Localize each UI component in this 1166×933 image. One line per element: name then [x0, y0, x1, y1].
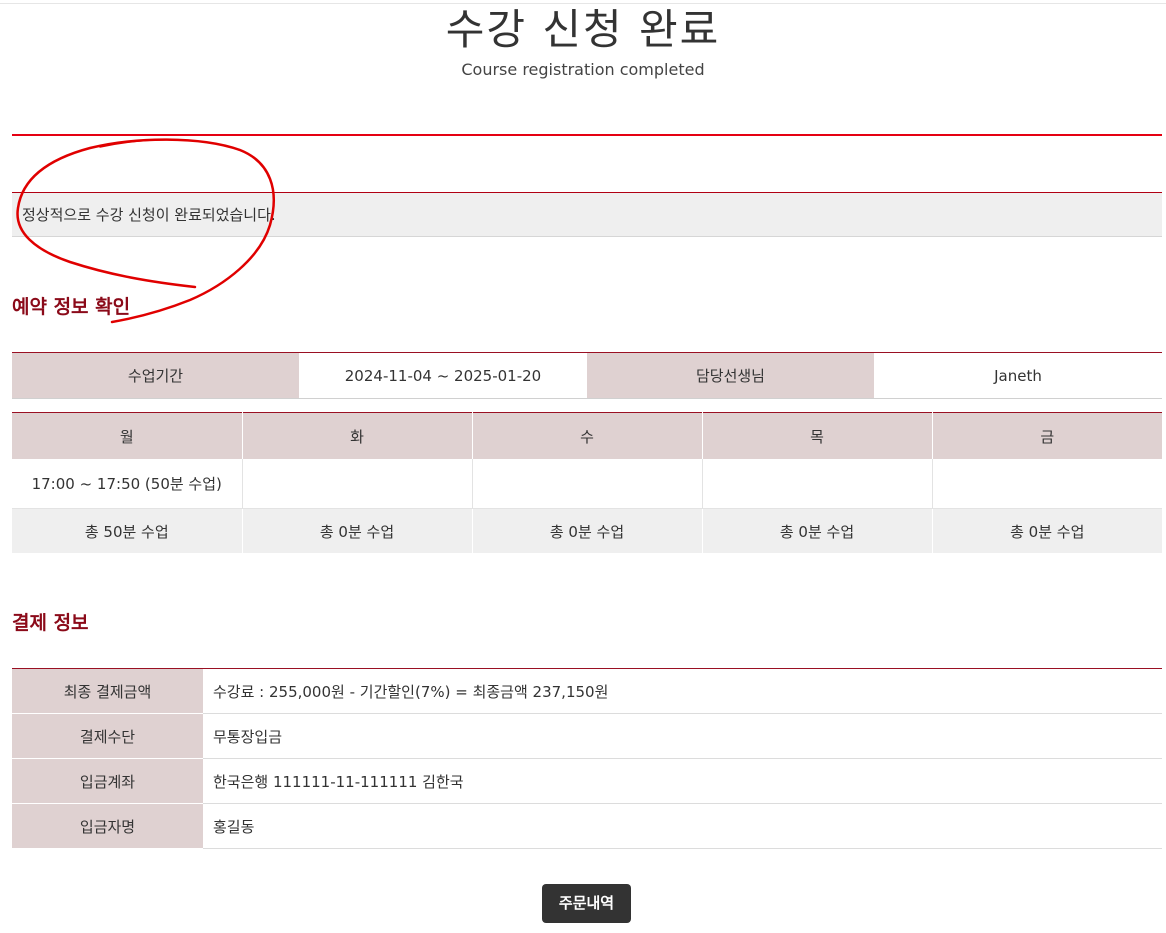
payment-section-title: 결제 정보 [12, 612, 89, 634]
payment-info-table: 최종 결제금액 수강료 : 255,000원 - 기간할인(7%) = 최종금액… [12, 668, 1162, 849]
total-minutes-cell: 총 0분 수업 [701, 508, 932, 553]
class-time-cell [241, 459, 472, 509]
teacher-label: 담당선생님 [587, 352, 874, 399]
day-header: 수 [471, 412, 702, 459]
depositor-name-value: 홍길동 [203, 803, 1162, 849]
total-minutes-cell: 총 0분 수업 [931, 508, 1162, 553]
completion-message: 정상적으로 수강 신청이 완료되었습니다. [22, 206, 276, 224]
period-value: 2024-11-04 ~ 2025-01-20 [299, 352, 587, 399]
depositor-name-label: 입금자명 [12, 803, 203, 849]
table-row: 최종 결제금액 수강료 : 255,000원 - 기간할인(7%) = 최종금액… [12, 668, 1162, 714]
page: 수강 신청 완료 Course registration completed 정… [0, 0, 1166, 933]
reservation-section-title: 예약 정보 확인 [12, 296, 131, 318]
table-row: 입금계좌 한국은행 111111-11-111111 김한국 [12, 758, 1162, 804]
title-divider [12, 134, 1162, 136]
payment-method-value: 무통장입금 [203, 713, 1162, 759]
schedule-time-row: 17:00 ~ 17:50 (50분 수업) [12, 459, 1162, 509]
class-time-cell: 17:00 ~ 17:50 (50분 수업) [12, 459, 242, 509]
deposit-account-value: 한국은행 111111-11-111111 김한국 [203, 758, 1162, 804]
deposit-account-label: 입금계좌 [12, 758, 203, 804]
table-row: 결제수단 무통장입금 [12, 713, 1162, 759]
order-history-button[interactable]: 주문내역 [542, 884, 631, 923]
completion-notice: 정상적으로 수강 신청이 완료되었습니다. [12, 192, 1162, 237]
page-title: 수강 신청 완료 [445, 5, 721, 54]
day-header: 월 [12, 412, 242, 459]
day-header: 화 [241, 412, 472, 459]
day-header: 목 [701, 412, 932, 459]
teacher-value: Janeth [874, 352, 1162, 399]
weekly-schedule-table: 월 화 수 목 금 17:00 ~ 17:50 (50분 수업) 총 50분 수… [12, 412, 1162, 553]
class-time-cell [701, 459, 932, 509]
final-amount-value: 수강료 : 255,000원 - 기간할인(7%) = 최종금액 237,150… [203, 668, 1162, 714]
total-minutes-cell: 총 50분 수업 [12, 508, 242, 553]
day-header: 금 [931, 412, 1162, 459]
payment-method-label: 결제수단 [12, 713, 203, 759]
final-amount-label: 최종 결제금액 [12, 668, 203, 714]
reservation-info-table: 수업기간 2024-11-04 ~ 2025-01-20 담당선생님 Janet… [12, 352, 1162, 399]
class-time-cell [931, 459, 1162, 509]
schedule-total-row: 총 50분 수업 총 0분 수업 총 0분 수업 총 0분 수업 총 0분 수업 [12, 508, 1162, 553]
schedule-day-row: 월 화 수 목 금 [12, 412, 1162, 459]
total-minutes-cell: 총 0분 수업 [241, 508, 472, 553]
period-label: 수업기간 [12, 352, 299, 399]
page-subtitle: Course registration completed [461, 60, 705, 79]
annotation-stroke-overlap [99, 139, 249, 155]
total-minutes-cell: 총 0분 수업 [471, 508, 702, 553]
class-time-cell [471, 459, 702, 509]
table-row: 입금자명 홍길동 [12, 803, 1162, 849]
